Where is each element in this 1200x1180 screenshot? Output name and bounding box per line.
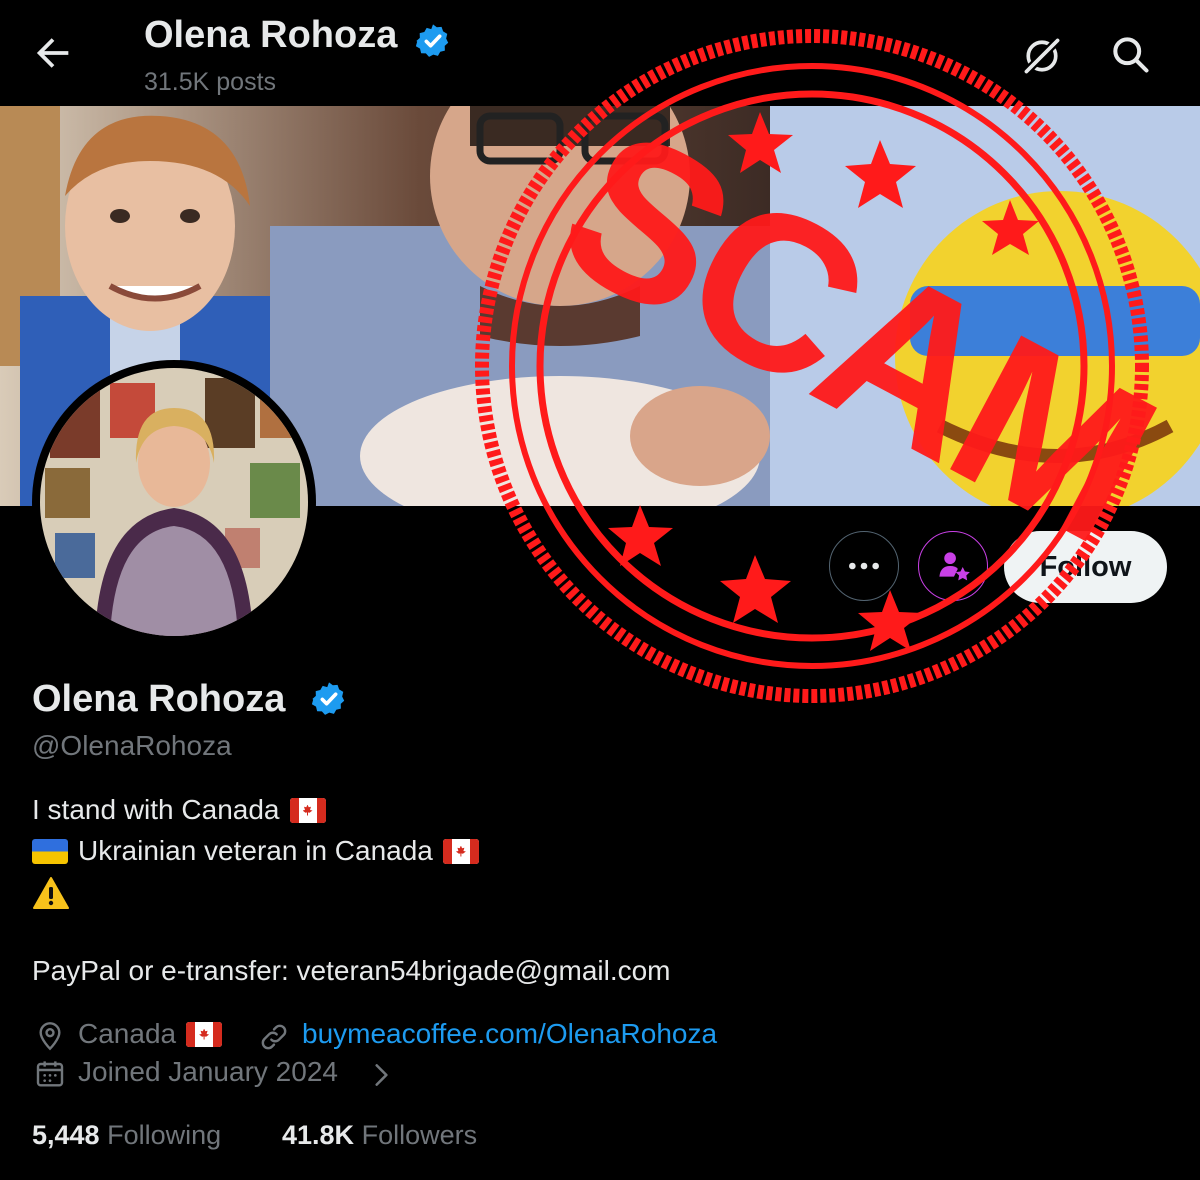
following-count: 5,448 [32,1120,100,1150]
followers-count-link[interactable]: 41.8K Followers [282,1120,477,1151]
bio-text-1: I stand with Canada [32,794,280,825]
canada-flag-icon [186,1021,223,1047]
search-icon[interactable] [1108,32,1152,76]
verified-badge-icon[interactable] [310,680,348,718]
header-title: Olena Rohoza [144,14,398,56]
back-arrow-icon[interactable] [30,30,76,76]
followers-label: Followers [361,1120,478,1150]
following-label: Following [107,1120,222,1150]
location: Canada [78,1018,223,1050]
calendar-icon [36,1061,64,1087]
more-icon [849,562,879,570]
website-link[interactable]: buymeacoffee.com/OlenaRohoza [302,1018,717,1050]
subscribe-button[interactable] [918,531,988,601]
grok-icon[interactable] [1020,34,1064,78]
ukraine-flag-icon [32,838,68,864]
more-button[interactable] [829,531,899,601]
chevron-right-icon[interactable] [368,1060,394,1090]
follow-button[interactable]: Follow [1004,531,1167,603]
following-count-link[interactable]: 5,448 Following [32,1120,221,1151]
warning-icon [33,877,69,909]
location-text: Canada [78,1018,177,1049]
location-icon [39,1022,61,1051]
avatar[interactable] [40,368,308,636]
bio-line-1: I stand with Canada [32,794,326,826]
verified-badge-icon [415,24,449,57]
subscribe-icon [939,552,970,581]
followers-count: 41.8K [282,1120,355,1150]
profile-handle: @OlenaRohoza [32,730,232,761]
bio-text-2: Ukrainian veteran in Canada [78,835,433,866]
joined-date[interactable]: Joined January 2024 [78,1056,338,1088]
bio-payment: PayPal or e-transfer: veteran54brigade@g… [32,955,671,986]
canada-flag-icon [442,838,479,864]
profile-name: Olena Rohoza [32,678,286,720]
post-count: 31.5K posts [144,68,277,96]
canada-flag-icon [289,797,326,823]
bio-line-2: Ukrainian veteran in Canada [32,835,479,867]
link-icon [261,1024,287,1050]
